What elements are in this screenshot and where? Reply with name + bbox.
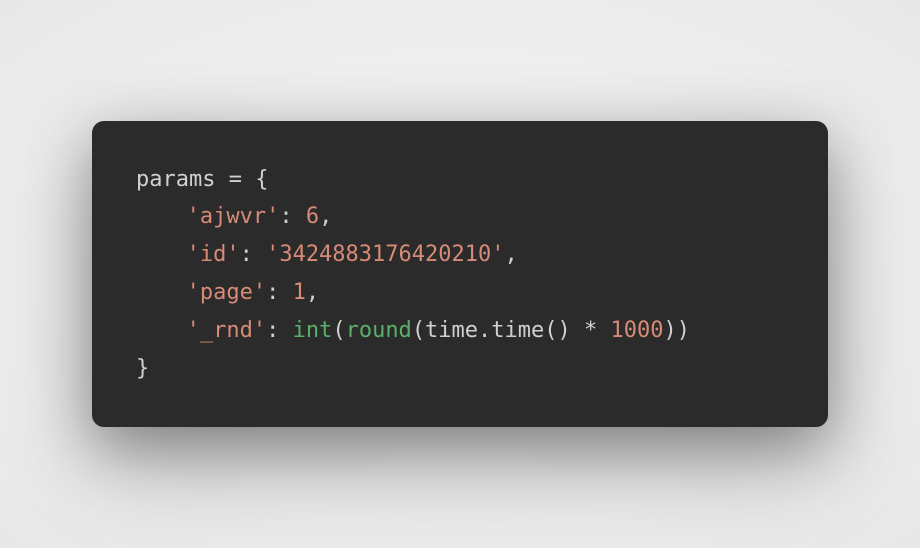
- code-token: '_rnd': [187, 318, 266, 343]
- code-token: )): [663, 318, 690, 343]
- code-token: (: [332, 318, 345, 343]
- code-token: 1: [293, 280, 306, 305]
- code-token: 'ajwvr': [187, 204, 280, 229]
- code-token: 'page': [187, 280, 266, 305]
- code-token: [597, 318, 610, 343]
- code-token: (time.time(): [412, 318, 584, 343]
- code-token: :: [266, 280, 293, 305]
- code-line: '_rnd': int(round(time.time() * 1000)): [136, 312, 784, 350]
- code-token: round: [346, 318, 412, 343]
- code-content: params = {'ajwvr': 6,'id': '342488317642…: [136, 161, 784, 388]
- code-token: :: [240, 242, 267, 267]
- code-token: :: [279, 204, 306, 229]
- code-block: params = {'ajwvr': 6,'id': '342488317642…: [92, 121, 828, 428]
- code-token: {: [242, 167, 269, 192]
- code-line: }: [136, 350, 784, 388]
- code-line: params = {: [136, 161, 784, 199]
- code-line: 'id': '3424883176420210',: [136, 236, 784, 274]
- code-token: 'id': [187, 242, 240, 267]
- code-token: int: [293, 318, 333, 343]
- code-token: 1000: [611, 318, 664, 343]
- code-token: :: [266, 318, 293, 343]
- code-token: ,: [306, 280, 319, 305]
- code-line: 'page': 1,: [136, 274, 784, 312]
- code-line: 'ajwvr': 6,: [136, 198, 784, 236]
- code-token: 6: [306, 204, 319, 229]
- code-token: params: [136, 167, 229, 192]
- code-token: ,: [319, 204, 332, 229]
- code-token: =: [229, 167, 242, 192]
- code-token: *: [584, 318, 597, 343]
- code-token: }: [136, 356, 149, 381]
- code-token: ,: [505, 242, 518, 267]
- code-token: '3424883176420210': [266, 242, 504, 267]
